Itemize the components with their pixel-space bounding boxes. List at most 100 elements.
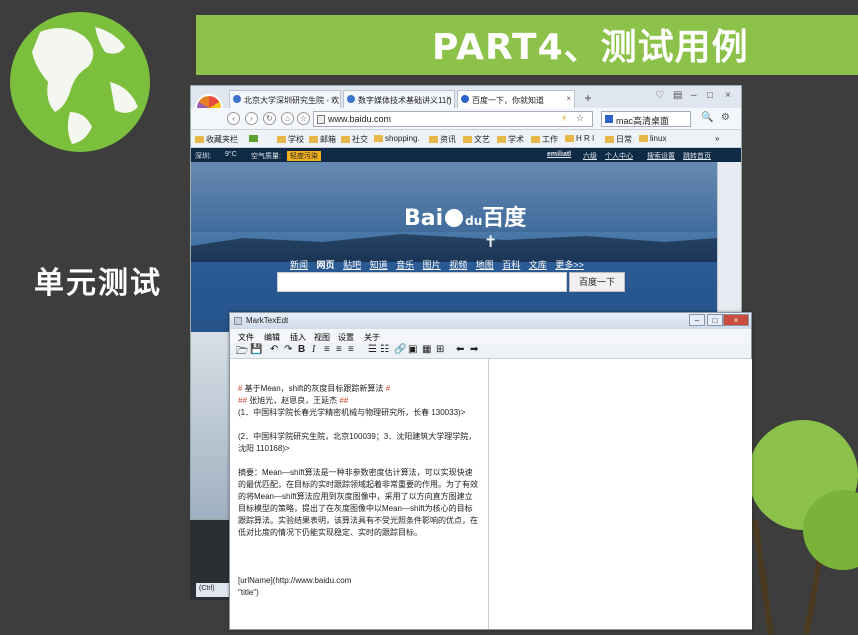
redo-icon[interactable]: ↷ [284, 344, 292, 355]
refresh-icon[interactable]: ↻ [263, 112, 276, 125]
link-search-settings[interactable]: 搜索设置 [647, 151, 675, 161]
bookmark-item[interactable]: shopping. [374, 134, 420, 143]
bookmark-item[interactable]: 学术 [497, 134, 524, 145]
align-center-icon[interactable]: ≡ [336, 344, 342, 355]
tab-baidu[interactable]: 百度一下，你就知道 × [457, 90, 575, 108]
nav-more[interactable]: 更多>> [555, 260, 584, 270]
lightning-icon[interactable]: ⚡ [561, 113, 567, 124]
tab-label: 百度一下，你就知道 [472, 96, 544, 105]
bookmark-item[interactable]: linux [639, 134, 666, 143]
globe-image [10, 12, 150, 152]
menu-insert[interactable]: 插入 [290, 332, 306, 343]
table-icon[interactable]: ⊞ [436, 344, 444, 355]
link-profile[interactable]: 个人中心 [605, 151, 633, 161]
back-icon[interactable]: ‹ [227, 112, 240, 125]
bookmark-item[interactable]: 学校 [277, 134, 304, 145]
bookmark-item[interactable]: 日常 [605, 134, 632, 145]
menu-settings[interactable]: 设置 [338, 332, 354, 343]
nav-tieba[interactable]: 贴吧 [343, 260, 361, 270]
maximize-icon[interactable]: □ [707, 90, 713, 101]
bookmark-item[interactable]: 社交 [341, 134, 368, 145]
search-input[interactable]: mac高清桌面 [601, 111, 691, 127]
editor-line [238, 551, 480, 563]
baidu-search-button[interactable]: 百度一下 [569, 272, 625, 292]
logo-text: du [465, 214, 483, 228]
search-icon[interactable]: 🔍 [701, 112, 713, 123]
nav-news[interactable]: 新闻 [290, 260, 308, 270]
back-arrow-icon[interactable]: ⬅ [456, 344, 464, 355]
user-link[interactable]: emiliatl [547, 151, 571, 158]
nav-map[interactable]: 地图 [476, 260, 494, 270]
menu-icon[interactable]: ▤ [673, 90, 682, 101]
nav-images[interactable]: 图片 [423, 260, 441, 270]
menu-view[interactable]: 视图 [314, 332, 330, 343]
image-icon[interactable]: ▣ [408, 344, 417, 355]
bookmark-item[interactable]: 收藏夹栏 [195, 134, 238, 145]
folder-icon [309, 136, 318, 144]
folder-icon [639, 135, 648, 143]
menu-edit[interactable]: 编辑 [264, 332, 280, 343]
tab-media[interactable]: 数字媒体技术基础讲义11() × [343, 90, 455, 108]
editor-titlebar: MarkTexEdt – □ × [230, 313, 751, 329]
logo-text: Bai [404, 206, 444, 231]
bookmark-item[interactable]: 资讯 [429, 134, 456, 145]
editor-line [238, 419, 480, 431]
star-icon[interactable]: ☆ [297, 112, 310, 125]
close-icon[interactable]: × [723, 314, 749, 326]
close-icon[interactable]: × [332, 94, 337, 103]
bookmark-item[interactable] [249, 134, 260, 143]
forward-icon[interactable]: › [245, 112, 258, 125]
nav-video[interactable]: 视频 [449, 260, 467, 270]
baidu-search-input[interactable] [277, 272, 567, 292]
app-icon [234, 317, 242, 325]
forward-arrow-icon[interactable]: ➡ [470, 344, 478, 355]
link-icon[interactable]: 🔗 [394, 344, 406, 355]
undo-icon[interactable]: ↶ [270, 344, 278, 355]
minimize-icon[interactable]: – [689, 314, 705, 326]
nav-zhidao[interactable]: 知道 [370, 260, 388, 270]
nav-music[interactable]: 音乐 [396, 260, 414, 270]
minimize-icon[interactable]: – [691, 90, 697, 101]
bookmark-item[interactable]: 工作 [531, 134, 558, 145]
picture-icon[interactable]: ▦ [422, 344, 431, 355]
close-window-icon[interactable]: × [725, 90, 731, 101]
bookmark-overflow[interactable]: » [715, 134, 719, 143]
markdown-source-pane[interactable]: # 基于Mean，shift的灰度目标跟踪新算法 # ## 张旭光，赵恩良，王延… [230, 359, 489, 629]
menu-about[interactable]: 关于 [364, 332, 380, 343]
extension-icon[interactable]: ⚙ [721, 112, 730, 123]
tab-pku[interactable]: 北京大学深圳研究生院 - 欢 × [229, 90, 341, 108]
italic-icon[interactable]: I [312, 344, 315, 355]
align-right-icon[interactable]: ≡ [348, 344, 354, 355]
list-icon[interactable]: ☰ [368, 344, 377, 355]
link-home[interactable]: 跳转首页 [683, 151, 711, 161]
nav-web[interactable]: 网页 [317, 260, 335, 270]
heart-icon[interactable]: ♡ [655, 90, 664, 101]
baidu-logo[interactable]: Bai du百度 [404, 200, 526, 232]
new-tab-button[interactable]: + [579, 91, 597, 107]
search-engine-icon [605, 115, 613, 123]
close-icon[interactable]: × [446, 94, 451, 103]
close-icon[interactable]: × [566, 94, 571, 103]
folder-icon [531, 136, 540, 144]
url-input[interactable]: www.baidu.com [313, 111, 593, 127]
baidu-nav: 新闻 网页 贴吧 知道 音乐 图片 视频 地图 百科 文库 更多>> [290, 258, 590, 271]
editor-line: (2．中国科学院研究生院，北京100039；3．沈阳建筑大学理学院，沈阳 110… [238, 432, 477, 453]
nav-baike[interactable]: 百科 [502, 260, 520, 270]
home-icon[interactable]: ⌂ [281, 112, 294, 125]
cross-icon: ✝ [484, 234, 498, 251]
logo-text: 百度 [482, 206, 527, 231]
nav-wenku[interactable]: 文库 [529, 260, 547, 270]
tab-strip: 北京大学深圳研究生院 - 欢 × 数字媒体技术基础讲义11() × 百度一下，你… [191, 86, 741, 122]
editor-line: (1．中国科学院长春光学精密机械与物理研究所，长春 130033)> [238, 408, 466, 417]
save-icon[interactable]: 💾 [250, 344, 262, 355]
maximize-icon[interactable]: □ [707, 314, 723, 326]
bookmark-item[interactable]: H R I [565, 134, 594, 143]
numbered-list-icon[interactable]: ☷ [380, 344, 389, 355]
menu-file[interactable]: 文件 [238, 332, 254, 343]
favorite-star-icon[interactable]: ☆ [576, 113, 584, 124]
bold-icon[interactable]: B [298, 344, 305, 355]
align-left-icon[interactable]: ≡ [324, 344, 330, 355]
link-cet[interactable]: 六级 [583, 151, 597, 161]
bookmark-item[interactable]: 文艺 [463, 134, 490, 145]
bookmark-item[interactable]: 邮箱 [309, 134, 336, 145]
